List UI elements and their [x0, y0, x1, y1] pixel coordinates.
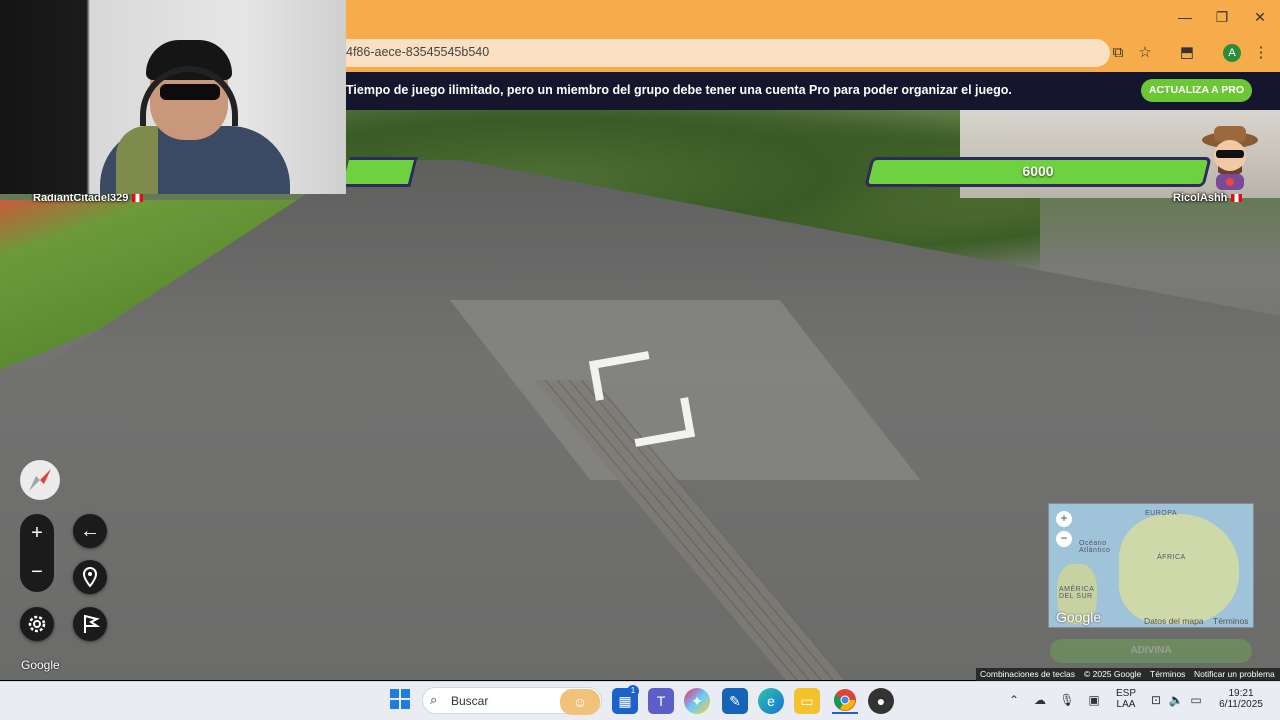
minimap-footer: Google Datos del mapa Términos	[1048, 609, 1254, 629]
clock-time: 19:21	[1228, 688, 1254, 699]
maps-attribution-bar: Combinaciones de teclas © 2025 Google Té…	[976, 668, 1280, 681]
guess-button[interactable]: ADIVINA	[1050, 639, 1252, 663]
keyboard-shortcuts-link[interactable]: Combinaciones de teclas	[980, 669, 1075, 679]
copyright-text: © 2025 Google	[1084, 669, 1142, 679]
return-to-start-button[interactable]: ←	[73, 514, 107, 548]
right-player-name: RicolAshh	[1173, 192, 1243, 204]
extensions-icon[interactable]: ⬒	[1176, 42, 1198, 64]
search-icon: ⌕	[430, 692, 438, 707]
battery-icon[interactable]: ▭	[1188, 692, 1204, 708]
zoom-in-button[interactable]: +	[20, 514, 54, 553]
minimap-zoom-out-button[interactable]: −	[1056, 531, 1072, 547]
map-pin-icon	[82, 566, 98, 588]
zoom-control: + −	[20, 514, 54, 592]
url-text[interactable]: 4f86-aece-83545545b540	[346, 45, 489, 59]
terms-link[interactable]: Términos	[1150, 669, 1185, 679]
menu-kebab-icon[interactable]: ⋮	[1250, 42, 1272, 64]
settings-button[interactable]	[20, 607, 54, 641]
minimap-terms-link[interactable]: Términos	[1213, 616, 1248, 626]
africa-europe-landmass	[1119, 514, 1239, 624]
webcam-overlay	[0, 0, 346, 194]
zoom-out-button[interactable]: −	[20, 553, 54, 592]
screen: — ❐ ✕ 4f86-aece-83545545b540 ⧉ ☆ ⬒ A ⋮ T…	[0, 0, 1280, 720]
display-icon[interactable]: ▣	[1086, 692, 1102, 708]
minimap-google-logo: Google	[1056, 609, 1102, 625]
obs-icon[interactable]: ●	[868, 688, 894, 714]
back-arrow-icon: ←	[80, 520, 100, 542]
peru-flag-icon	[132, 194, 144, 203]
keyboard-layout: LAA	[1116, 699, 1136, 710]
flag-button[interactable]	[73, 607, 107, 641]
edge-icon[interactable]: e	[758, 688, 784, 714]
language-indicator[interactable]: ESP LAA	[1111, 688, 1141, 710]
clock[interactable]: 19:21 6/11/2025	[1212, 688, 1270, 710]
minimap-zoom-in-button[interactable]: +	[1056, 511, 1072, 527]
compass-icon[interactable]	[20, 460, 60, 500]
location-pin-button[interactable]	[73, 560, 107, 594]
network-icon[interactable]: ⊡	[1148, 692, 1164, 708]
map-label-atlantic: Océano Atlántico	[1079, 540, 1111, 554]
start-button[interactable]	[387, 688, 413, 714]
profile-avatar[interactable]: A	[1223, 44, 1241, 62]
teams-icon[interactable]: T	[648, 688, 674, 714]
left-player-health-bar	[342, 157, 418, 187]
opponent-avatar	[1202, 126, 1258, 190]
right-player-health-value: 6000	[1022, 163, 1054, 179]
close-button[interactable]: ✕	[1245, 6, 1275, 28]
file-explorer-icon[interactable]: ▭	[794, 688, 820, 714]
show-hidden-icons[interactable]: ⌃	[1006, 692, 1022, 708]
map-label-europe: EUROPA	[1145, 510, 1178, 517]
sunglasses	[160, 84, 220, 100]
banner-text: Tiempo de juego ilimitado, pero un miemb…	[346, 83, 1012, 97]
windows-logo-icon	[390, 689, 410, 709]
map-label-africa: ÁFRICA	[1157, 554, 1186, 561]
streamer-jacket	[116, 126, 158, 194]
install-app-icon[interactable]: ⧉	[1107, 42, 1129, 64]
browser-titlebar	[346, 0, 1280, 34]
chrome-icon[interactable]	[832, 688, 858, 714]
flag-icon	[84, 614, 101, 633]
minimize-button[interactable]: —	[1170, 6, 1200, 28]
maximize-button[interactable]: ❐	[1207, 6, 1237, 28]
onedrive-icon[interactable]: ☁	[1032, 692, 1048, 708]
upgrade-pro-button[interactable]: ACTUALIZA A PRO	[1141, 79, 1252, 102]
copilot-icon[interactable]: ✦	[684, 688, 710, 714]
volume-icon[interactable]: 🔈	[1168, 692, 1184, 708]
microphone-icon[interactable]: 🎙	[1059, 692, 1075, 708]
minimap-map-data-link[interactable]: Datos del mapa	[1144, 616, 1204, 626]
whiteboard-icon[interactable]: ✎	[722, 688, 748, 714]
language-code: ESP	[1115, 688, 1136, 699]
map-label-south-america: AMÉRICA DEL SUR	[1059, 586, 1095, 600]
chrome-logo-icon	[834, 689, 856, 711]
search-highlight-icon[interactable]: ☺	[560, 689, 600, 715]
gear-icon	[28, 615, 46, 633]
bookmark-star-icon[interactable]: ☆	[1134, 42, 1156, 64]
notification-badge: 1	[627, 685, 639, 697]
peru-flag-icon	[1231, 194, 1243, 203]
clock-date: 6/11/2025	[1219, 699, 1263, 710]
google-watermark: Google	[21, 658, 60, 672]
report-problem-link[interactable]: Notificar un problema	[1194, 669, 1275, 679]
search-placeholder[interactable]: Buscar	[451, 694, 488, 708]
